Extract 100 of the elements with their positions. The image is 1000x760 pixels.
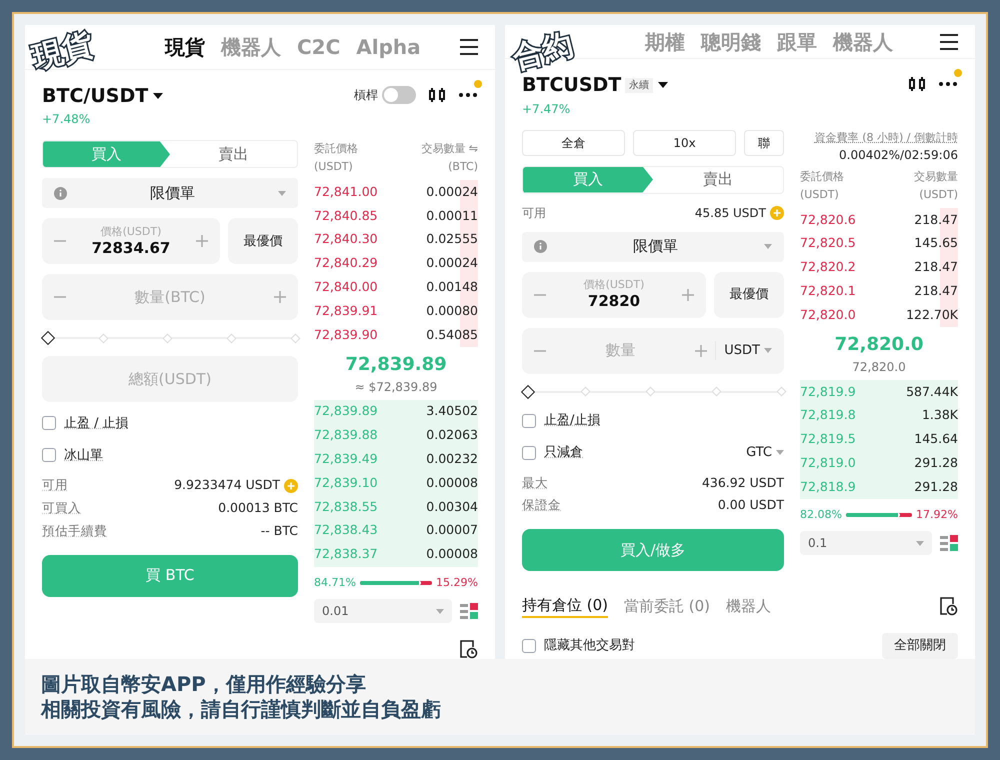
option-label[interactable]: 只減倉 xyxy=(544,442,583,462)
checkbox[interactable] xyxy=(42,416,56,430)
plus-icon[interactable] xyxy=(682,288,694,300)
price-field[interactable]: 價格(USDT) 72820 xyxy=(522,272,706,318)
position-tab[interactable]: 當前委託 (0) xyxy=(624,594,710,618)
add-funds-icon[interactable] xyxy=(284,478,298,493)
side-tab[interactable]: 賣出 xyxy=(653,166,783,192)
more-icon[interactable] xyxy=(938,81,958,87)
precision-dropdown[interactable]: 0.1 xyxy=(800,531,932,556)
plus-icon[interactable] xyxy=(274,291,286,304)
quantity-input[interactable]: 數量(BTC) xyxy=(66,286,274,309)
caption-text: 圖片取自幣安APP，僅用作經驗分享 xyxy=(41,672,367,697)
ask-quantity: 145.65 xyxy=(914,234,958,252)
funding-rate-label: 資金費率 (8 小時) / 倒數計時 xyxy=(814,130,958,146)
bid-quantity: 0.00008 xyxy=(426,474,478,492)
quantity-unit: (USDT) xyxy=(919,187,958,203)
ask-quantity: 122.70K xyxy=(906,306,958,324)
best-price-button[interactable]: 最優價 xyxy=(228,218,298,264)
option-label[interactable]: 冰山單 xyxy=(64,446,103,466)
checkbox[interactable] xyxy=(522,446,536,460)
margin-mode-button[interactable]: 10x xyxy=(633,130,736,156)
margin-mode-button[interactable]: 聯 xyxy=(744,130,784,156)
candlestick-icon[interactable] xyxy=(428,86,446,104)
caret-icon xyxy=(764,348,772,353)
plus-icon[interactable] xyxy=(695,344,708,356)
position-tab[interactable]: 持有倉位 (0) xyxy=(522,594,608,618)
price-change: +7.48% xyxy=(42,111,92,128)
bid-price: 72,838.43 xyxy=(314,521,378,540)
total-input[interactable]: 總額(USDT) xyxy=(42,356,298,402)
quantity-header: 交易數量 xyxy=(914,169,958,185)
ask-price: 72,820.6 xyxy=(800,210,856,229)
ask-quantity: 0.02555 xyxy=(426,230,478,248)
caret-icon[interactable] xyxy=(657,81,670,90)
bid-price: 72,839.89 xyxy=(314,402,378,420)
checkbox[interactable] xyxy=(522,414,536,428)
quantity-input[interactable]: 數量 xyxy=(546,339,696,362)
plus-icon[interactable] xyxy=(196,235,208,248)
leverage-label: 槓桿 xyxy=(354,86,378,104)
time-in-force-dropdown[interactable]: GTC xyxy=(746,442,784,462)
ask-price: 72,820.5 xyxy=(800,234,856,252)
top-tab[interactable]: 現貨 xyxy=(165,32,205,62)
position-tab[interactable]: 機器人 xyxy=(726,594,772,618)
history-icon[interactable] xyxy=(938,596,958,616)
margin-mode-button[interactable]: 全倉 xyxy=(522,130,625,156)
bid-price: 72,819.9 xyxy=(800,382,856,400)
add-funds-icon[interactable] xyxy=(770,206,784,220)
close-all-button[interactable]: 全部關閉 xyxy=(882,633,958,659)
precision-dropdown[interactable]: 0.01 xyxy=(314,599,452,623)
price-field[interactable]: 價格(USDT) 72834.67 xyxy=(42,218,220,264)
bid-price: 72,819.5 xyxy=(800,430,856,448)
contract-tag: 永續 xyxy=(625,78,654,93)
best-price-button[interactable]: 最優價 xyxy=(714,272,784,318)
more-icon[interactable] xyxy=(458,92,478,98)
caret-icon xyxy=(278,190,286,196)
amount-slider[interactable] xyxy=(522,384,784,400)
info-label: 預估手續費 xyxy=(42,522,107,540)
info-label: 可用 xyxy=(42,476,68,494)
book-layout-icon[interactable] xyxy=(460,602,478,620)
ask-price: 72,820.2 xyxy=(800,258,856,276)
bid-quantity: 291.28 xyxy=(914,478,958,496)
checkbox[interactable] xyxy=(522,639,536,653)
option-label[interactable]: 止盈/止損 xyxy=(544,410,600,430)
caret-icon[interactable] xyxy=(152,92,164,100)
info-icon xyxy=(534,240,547,253)
available-value: 45.85 USDT xyxy=(694,204,766,222)
ask-price: 72,820.0 xyxy=(800,306,856,324)
book-layout-icon[interactable] xyxy=(940,534,958,552)
order-type-dropdown[interactable]: 限價單 xyxy=(522,232,784,262)
info-value: 0.00013 BTC xyxy=(218,499,298,518)
option-label[interactable]: 止盈 / 止損 xyxy=(64,414,129,434)
history-icon[interactable] xyxy=(458,639,478,659)
info-value: 0.00 USDT xyxy=(718,496,784,514)
ask-quantity: 0.54085 xyxy=(426,326,478,344)
available-label: 可用 xyxy=(522,204,546,222)
menu-icon[interactable] xyxy=(459,38,479,55)
quantity-stepper[interactable]: 數量 USDT xyxy=(522,328,784,374)
order-type-dropdown[interactable]: 限價單 xyxy=(42,178,298,208)
ask-price: 72,839.91 xyxy=(314,302,378,320)
leverage-toggle[interactable] xyxy=(382,86,416,104)
bid-quantity: 0.00007 xyxy=(426,521,478,540)
amount-slider[interactable] xyxy=(42,330,298,346)
last-price-fiat: ≈ $72,839.89 xyxy=(354,378,438,396)
unit-dropdown[interactable]: USDT xyxy=(715,340,772,360)
ask-price: 72,840.00 xyxy=(314,278,378,296)
candlestick-icon[interactable] xyxy=(908,75,926,93)
hide-pairs-label[interactable]: 隱藏其他交易對 xyxy=(544,636,635,656)
quantity-header: 交易數量 ⇋ xyxy=(421,141,478,158)
price-unit: (USDT) xyxy=(800,187,840,203)
quantity-stepper[interactable]: 數量(BTC) xyxy=(42,274,298,320)
bid-price: 72,838.37 xyxy=(314,545,378,564)
ask-price: 72,820.1 xyxy=(800,282,856,300)
bid-quantity: 0.00304 xyxy=(426,498,478,516)
menu-icon[interactable] xyxy=(939,34,959,50)
pair-name[interactable]: BTC/USDT xyxy=(42,82,148,110)
side-tab[interactable]: 賣出 xyxy=(170,141,297,168)
checkbox[interactable] xyxy=(42,448,56,462)
info-label: 最大 xyxy=(522,474,548,492)
caret-icon xyxy=(436,608,444,614)
ask-quantity: 0.00011 xyxy=(426,206,478,225)
bid-quantity: 1.38K xyxy=(922,406,958,424)
